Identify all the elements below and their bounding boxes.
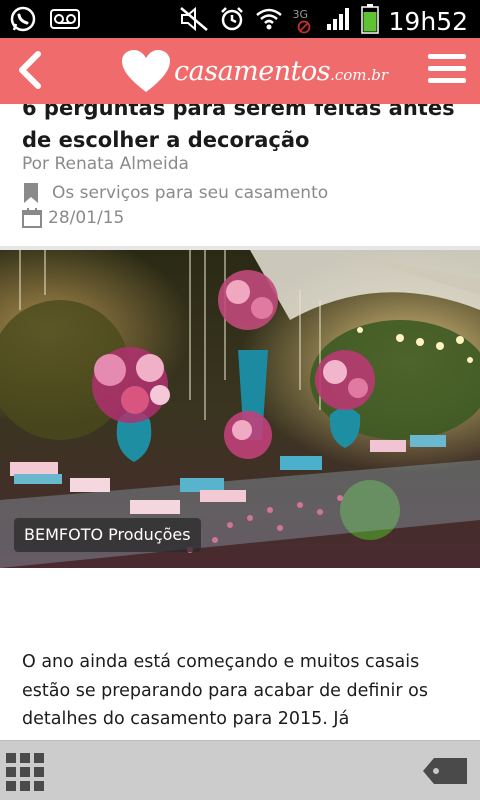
brand-name: casamentos [174,55,331,87]
brand-logo[interactable]: casamentos .com.br [120,48,388,94]
app-header: casamentos .com.br [0,38,480,104]
clock: 19h52 [388,6,468,36]
bottom-toolbar [0,740,480,800]
date-label: 28/01/15 [48,208,125,228]
article-header: 6 perguntas para serem feitas antes de e… [0,104,480,248]
category-label: Os serviços para seu casamento [52,183,329,203]
status-bar: 3G 19h52 [0,0,480,38]
calendar-icon [22,208,42,228]
heart-icon [122,50,170,92]
tag-button[interactable] [422,757,468,785]
menu-button[interactable] [428,54,466,86]
alarm-icon [219,6,245,36]
bookmark-icon [24,183,38,203]
signal-icon [325,6,351,36]
chevron-left-icon [19,51,41,89]
wifi-icon [255,7,283,35]
battery-icon [360,4,379,38]
voicemail-icon [50,9,80,33]
article-category[interactable]: Os serviços para seu casamento [22,182,328,204]
back-button[interactable] [14,50,44,90]
grid-menu-button[interactable] [6,753,44,791]
menu-bar-icon [428,54,466,59]
article-title: 6 perguntas para serem feitas antes de e… [22,104,455,152]
photo-credit: BEMFOTO Produções [14,518,201,552]
menu-bar-icon [428,66,466,71]
article-author[interactable]: Por Renata Almeida [22,154,189,174]
mute-icon [179,6,209,36]
article-date: 28/01/15 [22,208,124,228]
grid-icon [6,753,16,763]
brand-suffix: .com.br [330,66,389,84]
menu-bar-icon [428,78,466,83]
tag-icon [423,758,467,784]
article-body: O ano ainda está começando e muitos casa… [22,652,428,729]
network-type-label: 3G [293,8,315,34]
whatsapp-icon [10,6,36,36]
